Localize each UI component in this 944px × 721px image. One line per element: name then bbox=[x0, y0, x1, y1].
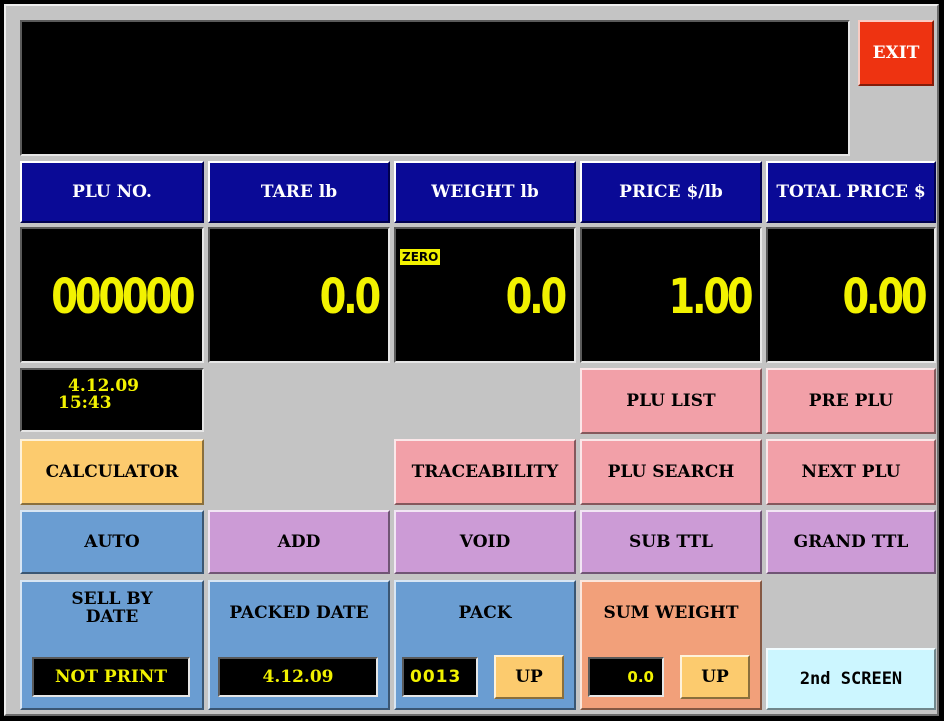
sell-by-label-line2: DATE bbox=[85, 607, 139, 627]
packed-date-value: 4.12.09 bbox=[218, 657, 378, 697]
message-display bbox=[20, 20, 850, 156]
void-button[interactable]: VOID bbox=[394, 510, 576, 574]
plu-search-button[interactable]: PLU SEARCH bbox=[580, 439, 762, 505]
tare-value: 0.0 bbox=[319, 269, 382, 325]
calculator-button[interactable]: CALCULATOR bbox=[20, 439, 204, 505]
sum-weight-up-button[interactable]: UP bbox=[680, 655, 750, 699]
auto-button[interactable]: AUTO bbox=[20, 510, 204, 574]
pack-label: PACK bbox=[458, 603, 512, 623]
traceability-button[interactable]: TRACEABILITY bbox=[394, 439, 576, 505]
header-price: PRICE $/lb bbox=[580, 161, 762, 223]
pack-up-button[interactable]: UP bbox=[494, 655, 564, 699]
header-plu-no: PLU NO. bbox=[20, 161, 204, 223]
sell-by-date-label: SELL BY DATE bbox=[22, 590, 202, 626]
packed-date-label: PACKED DATE bbox=[229, 603, 369, 623]
time-text: 15:43 bbox=[58, 393, 112, 413]
weight-display: ZERO 0.0 bbox=[394, 227, 576, 363]
sum-weight-value: 0.0 bbox=[588, 657, 664, 697]
price-value: 1.00 bbox=[668, 269, 753, 325]
sell-by-date-value: NOT PRINT bbox=[32, 657, 190, 697]
packed-date-group[interactable]: PACKED DATE 4.12.09 bbox=[208, 580, 390, 710]
second-screen-button[interactable]: 2nd SCREEN bbox=[766, 648, 936, 710]
grand-ttl-button[interactable]: GRAND TTL bbox=[766, 510, 936, 574]
total-price-display: 0.00 bbox=[766, 227, 936, 363]
pack-count-value: 0013 bbox=[402, 657, 478, 697]
datetime-display: 4.12.09 15:43 bbox=[20, 368, 204, 432]
total-price-value: 0.00 bbox=[842, 269, 927, 325]
plu-no-value: 000000 bbox=[50, 269, 195, 325]
next-plu-button[interactable]: NEXT PLU bbox=[766, 439, 936, 505]
sub-ttl-button[interactable]: SUB TTL bbox=[580, 510, 762, 574]
scale-panel: EXIT PLU NO. TARE lb WEIGHT lb PRICE $/l… bbox=[4, 4, 939, 716]
plu-no-display[interactable]: 000000 bbox=[20, 227, 204, 363]
exit-button[interactable]: EXIT bbox=[858, 20, 934, 86]
sum-weight-label: SUM WEIGHT bbox=[603, 603, 739, 623]
sell-by-date-group[interactable]: SELL BY DATE NOT PRINT bbox=[20, 580, 204, 710]
sum-weight-group: SUM WEIGHT 0.0 UP bbox=[580, 580, 762, 710]
sell-by-label-line1: SELL BY bbox=[71, 589, 153, 609]
zero-indicator-badge: ZERO bbox=[400, 249, 441, 265]
header-weight: WEIGHT lb bbox=[394, 161, 576, 223]
plu-list-button[interactable]: PLU LIST bbox=[580, 368, 762, 434]
header-tare: TARE lb bbox=[208, 161, 390, 223]
weight-value: 0.0 bbox=[505, 269, 568, 325]
pack-group: PACK 0013 UP bbox=[394, 580, 576, 710]
pre-plu-button[interactable]: PRE PLU bbox=[766, 368, 936, 434]
tare-display[interactable]: 0.0 bbox=[208, 227, 390, 363]
price-display[interactable]: 1.00 bbox=[580, 227, 762, 363]
add-button[interactable]: ADD bbox=[208, 510, 390, 574]
header-total-price: TOTAL PRICE $ bbox=[766, 161, 936, 223]
